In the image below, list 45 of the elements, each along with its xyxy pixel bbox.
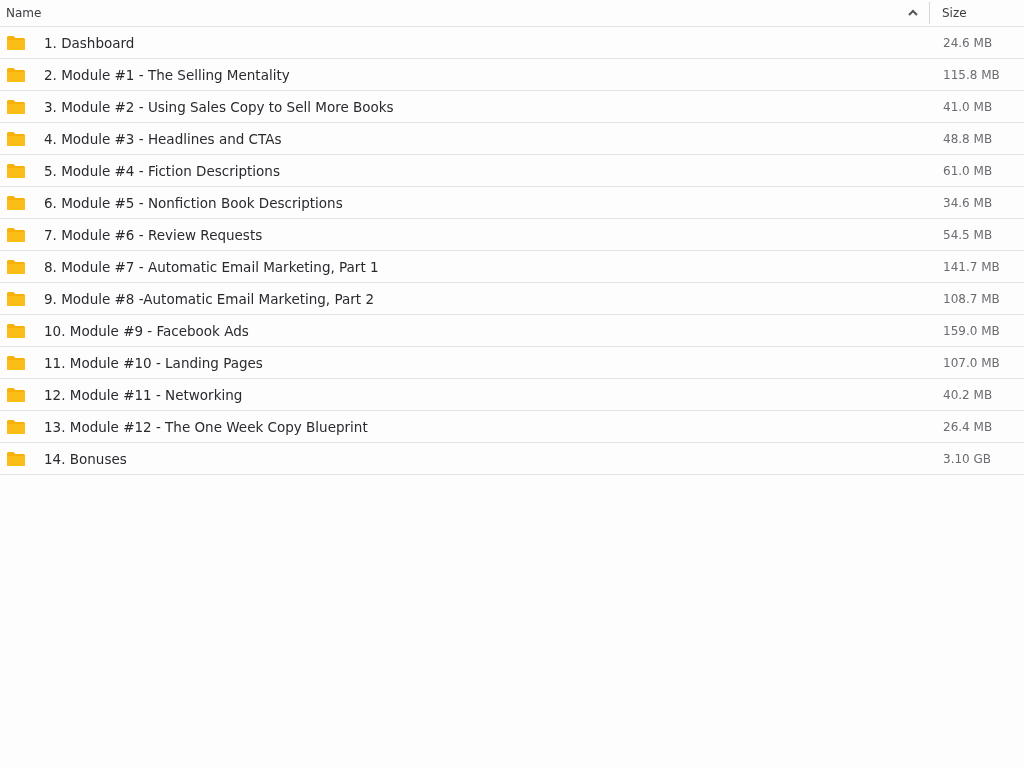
folder-name[interactable]: 14. Bonuses — [44, 450, 127, 467]
folder-icon — [6, 322, 26, 339]
folder-name[interactable]: 1. Dashboard — [44, 34, 135, 51]
folder-icon — [6, 98, 26, 115]
file-size: 3.10 GB — [943, 451, 992, 466]
folder-icon — [6, 226, 26, 243]
folder-icon — [6, 386, 26, 403]
folder-icon — [6, 354, 26, 371]
file-size: 61.0 MB — [943, 163, 993, 178]
folder-icon — [6, 162, 26, 179]
folder-name[interactable]: 12. Module #11 - Networking — [44, 386, 243, 403]
folder-name[interactable]: 5. Module #4 - Fiction Descriptions — [44, 162, 280, 179]
file-size: 159.0 MB — [943, 323, 1000, 338]
file-size: 54.5 MB — [943, 227, 993, 242]
folder-icon — [6, 418, 26, 435]
file-size: 141.7 MB — [943, 259, 1000, 274]
column-header[interactable]: Size — [942, 6, 967, 20]
file-size: 48.8 MB — [943, 131, 993, 146]
file-size: 26.4 MB — [943, 419, 993, 434]
file-size: 107.0 MB — [943, 355, 1000, 370]
folder-icon — [6, 34, 26, 51]
folder-icon — [6, 130, 26, 147]
folder-icon — [6, 290, 26, 307]
file-size: 115.8 MB — [943, 67, 1000, 82]
folder-icon — [6, 450, 26, 467]
folder-name[interactable]: 6. Module #5 - Nonfiction Book Descriptions — [44, 194, 343, 211]
file-size: 24.6 MB — [943, 35, 993, 50]
file-size: 108.7 MB — [943, 291, 1000, 306]
folder-name[interactable]: 3. Module #2 - Using Sales Copy to Sell More Books — [44, 98, 394, 115]
folder-name[interactable]: 9. Module #8 -Automatic Email Marketing, Part 2 — [44, 290, 374, 307]
folder-name[interactable]: 8. Module #7 - Automatic Email Marketing, Part 1 — [44, 258, 379, 275]
folder-icon — [6, 66, 26, 83]
file-size: 34.6 MB — [943, 195, 993, 210]
folder-icon — [6, 258, 26, 275]
folder-name[interactable]: 2. Module #1 - The Selling Mentality — [44, 66, 290, 83]
folder-name[interactable]: 7. Module #6 - Review Requests — [44, 226, 263, 243]
folder-name[interactable]: 13. Module #12 - The One Week Copy Blueprint — [44, 418, 368, 435]
folder-name[interactable]: 11. Module #10 - Landing Pages — [44, 354, 263, 371]
folder-name[interactable]: 10. Module #9 - Facebook Ads — [44, 322, 249, 339]
file-size: 40.2 MB — [943, 387, 993, 402]
column-header[interactable]: Name — [6, 6, 42, 20]
file-size: 41.0 MB — [943, 99, 993, 114]
folder-icon — [6, 194, 26, 211]
folder-name[interactable]: 4. Module #3 - Headlines and CTAs — [44, 130, 282, 147]
caret-icon[interactable] — [907, 8, 919, 18]
